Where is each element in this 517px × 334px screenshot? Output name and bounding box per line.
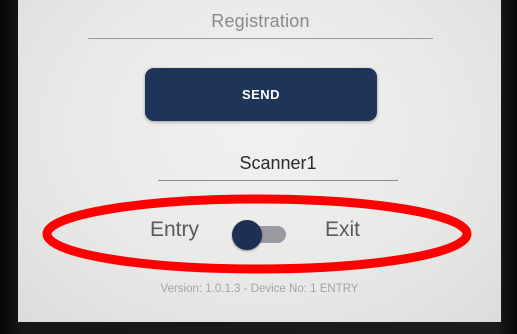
send-button[interactable]: SEND [145, 68, 377, 121]
registration-field[interactable]: Registration [88, 0, 433, 39]
registration-label: Registration [211, 11, 310, 31]
version-info: Version: 1.0.1.3 - Device No: 1 ENTRY [160, 283, 359, 295]
device-bezel: Registration SEND Scanner1 Entry Exit Ve… [0, 0, 517, 334]
toggle-knob[interactable] [232, 220, 262, 250]
entry-exit-toggle[interactable] [232, 220, 288, 250]
scanner-name-value: Scanner1 [239, 153, 317, 173]
scanner-name-field[interactable]: Scanner1 [158, 146, 398, 181]
app-screen: Registration SEND Scanner1 Entry Exit Ve… [18, 0, 501, 322]
entry-exit-toggle-row: Entry Exit [18, 210, 501, 256]
entry-label: Entry [150, 218, 200, 241]
exit-label: Exit [325, 218, 361, 241]
